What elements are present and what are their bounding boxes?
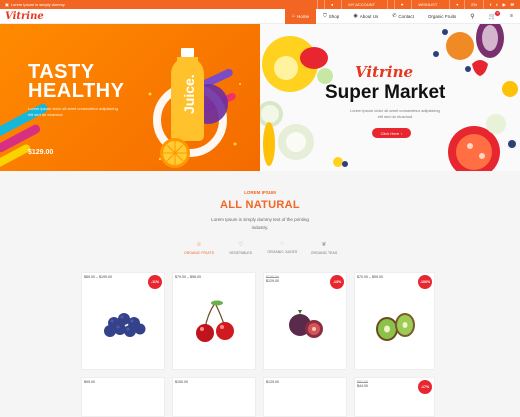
hamburger-menu-button[interactable]: ≡ bbox=[503, 9, 520, 24]
twitter-icon[interactable]: t bbox=[496, 2, 497, 7]
product-card[interactable]: $99.00 bbox=[81, 377, 165, 417]
hero-title: TASTY HEALTHY bbox=[28, 61, 125, 102]
product-price: $97.00 $44.00 bbox=[357, 380, 368, 388]
email-icon[interactable]: ✉ bbox=[511, 2, 514, 7]
facebook-icon[interactable]: f bbox=[490, 2, 491, 7]
nav-about[interactable]: ◉ About Us bbox=[346, 9, 385, 24]
announcement-icon: ▣ bbox=[5, 2, 9, 7]
product-card-cherries[interactable]: $79.00 – $96.00 bbox=[172, 272, 256, 370]
cart-button[interactable]: 🛒 0 bbox=[482, 9, 503, 24]
tab-organic-juices[interactable]: ◌ ORGANIC JUICES bbox=[262, 241, 302, 261]
hero-supermarket-subtitle: Lorem ipsum dolor sit amet consectetur a… bbox=[350, 108, 440, 119]
nav-shop[interactable]: ⛉ Shop bbox=[316, 9, 346, 24]
product-price: $150.00 bbox=[175, 380, 188, 384]
blueberries-image bbox=[104, 313, 146, 337]
product-price: $99.00 bbox=[84, 380, 95, 384]
promo-text: Lorem Ipsum is simply dummy bbox=[10, 2, 65, 7]
chevron-right-icon: › bbox=[401, 130, 403, 136]
product-price: $129.00 bbox=[266, 380, 279, 384]
section-title: ALL NATURAL bbox=[220, 199, 300, 211]
hero-subtitle: Lorem ipsum dolor sit amet consectetur a… bbox=[28, 106, 118, 117]
cherries-image bbox=[196, 300, 234, 342]
hero-banner-juice: Juice. TASTY HEALTHY Lorem ipsum dolor si… bbox=[0, 24, 260, 171]
search-button[interactable]: ⚲ bbox=[463, 9, 481, 24]
hero-supermarket-title: Super Market bbox=[325, 82, 446, 103]
nav-home[interactable]: ⌂ Home bbox=[284, 8, 317, 24]
tab-organic-fruits[interactable]: ☆ ORGANIC FRUITS bbox=[179, 241, 219, 261]
section-kicker: LOREM IPSUM bbox=[244, 190, 276, 195]
kiwi-image bbox=[376, 313, 415, 341]
figs-image bbox=[289, 310, 323, 338]
hero-price: $129.00 bbox=[28, 149, 54, 156]
product-card-blueberries[interactable]: $89.00 – $199.00 -11% bbox=[81, 272, 165, 370]
bag-icon: ⛉ bbox=[323, 13, 327, 19]
sale-badge: -17% bbox=[418, 380, 432, 394]
menu-icon: ≡ bbox=[510, 13, 513, 19]
product-card[interactable]: $150.00 bbox=[172, 377, 256, 417]
hero-brand-script: Vitrine bbox=[355, 63, 414, 81]
tab-organic-teas[interactable]: ❦ ORGANIC TEAS bbox=[304, 241, 344, 261]
site-logo[interactable]: Vitrine bbox=[5, 11, 44, 22]
leaf-icon: ❦ bbox=[321, 242, 327, 248]
bottle-label: Juice. bbox=[181, 74, 197, 114]
cart-count-badge: 0 bbox=[495, 10, 501, 16]
home-icon: ⌂ bbox=[291, 13, 296, 19]
heart-icon: ♡ bbox=[237, 242, 244, 248]
section-description: Lorem Ipsum is simply dummy text of the … bbox=[211, 217, 309, 230]
youtube-icon[interactable]: ▶ bbox=[503, 2, 506, 7]
user-icon: ◉ bbox=[353, 13, 358, 19]
star-icon: ☆ bbox=[196, 242, 202, 248]
main-navigation: Vitrine ⌂ Home ⛉ Shop ◉ About Us ✆ Contact O… bbox=[0, 8, 520, 24]
product-card-figs[interactable]: $150.00 $129.00 -13% bbox=[263, 272, 347, 370]
orange-slice bbox=[160, 138, 190, 168]
product-card[interactable]: $129.00 bbox=[263, 377, 347, 417]
product-card[interactable]: $97.00 $44.00 -17% bbox=[354, 377, 435, 417]
phone-icon: ✆ bbox=[392, 13, 397, 19]
product-card-kiwi[interactable]: $70.00 – $99.00 -100% bbox=[354, 272, 435, 370]
tab-vegetables[interactable]: ♡ VEGETABLES bbox=[221, 241, 261, 261]
category-tabs: ☆ ORGANIC FRUITS ♡ VEGETABLES ◌ ORGANIC JUI… bbox=[179, 241, 344, 261]
nav-organic-fruits[interactable]: Organic Fruits bbox=[421, 9, 463, 24]
promo-message: ▣ Lorem Ipsum is simply dummy bbox=[5, 2, 65, 7]
chat-icon: ◌ bbox=[280, 241, 285, 247]
search-icon: ⚲ bbox=[470, 13, 475, 20]
click-here-button[interactable]: Click Here › bbox=[372, 128, 411, 138]
nav-contact[interactable]: ✆ Contact bbox=[385, 9, 421, 24]
